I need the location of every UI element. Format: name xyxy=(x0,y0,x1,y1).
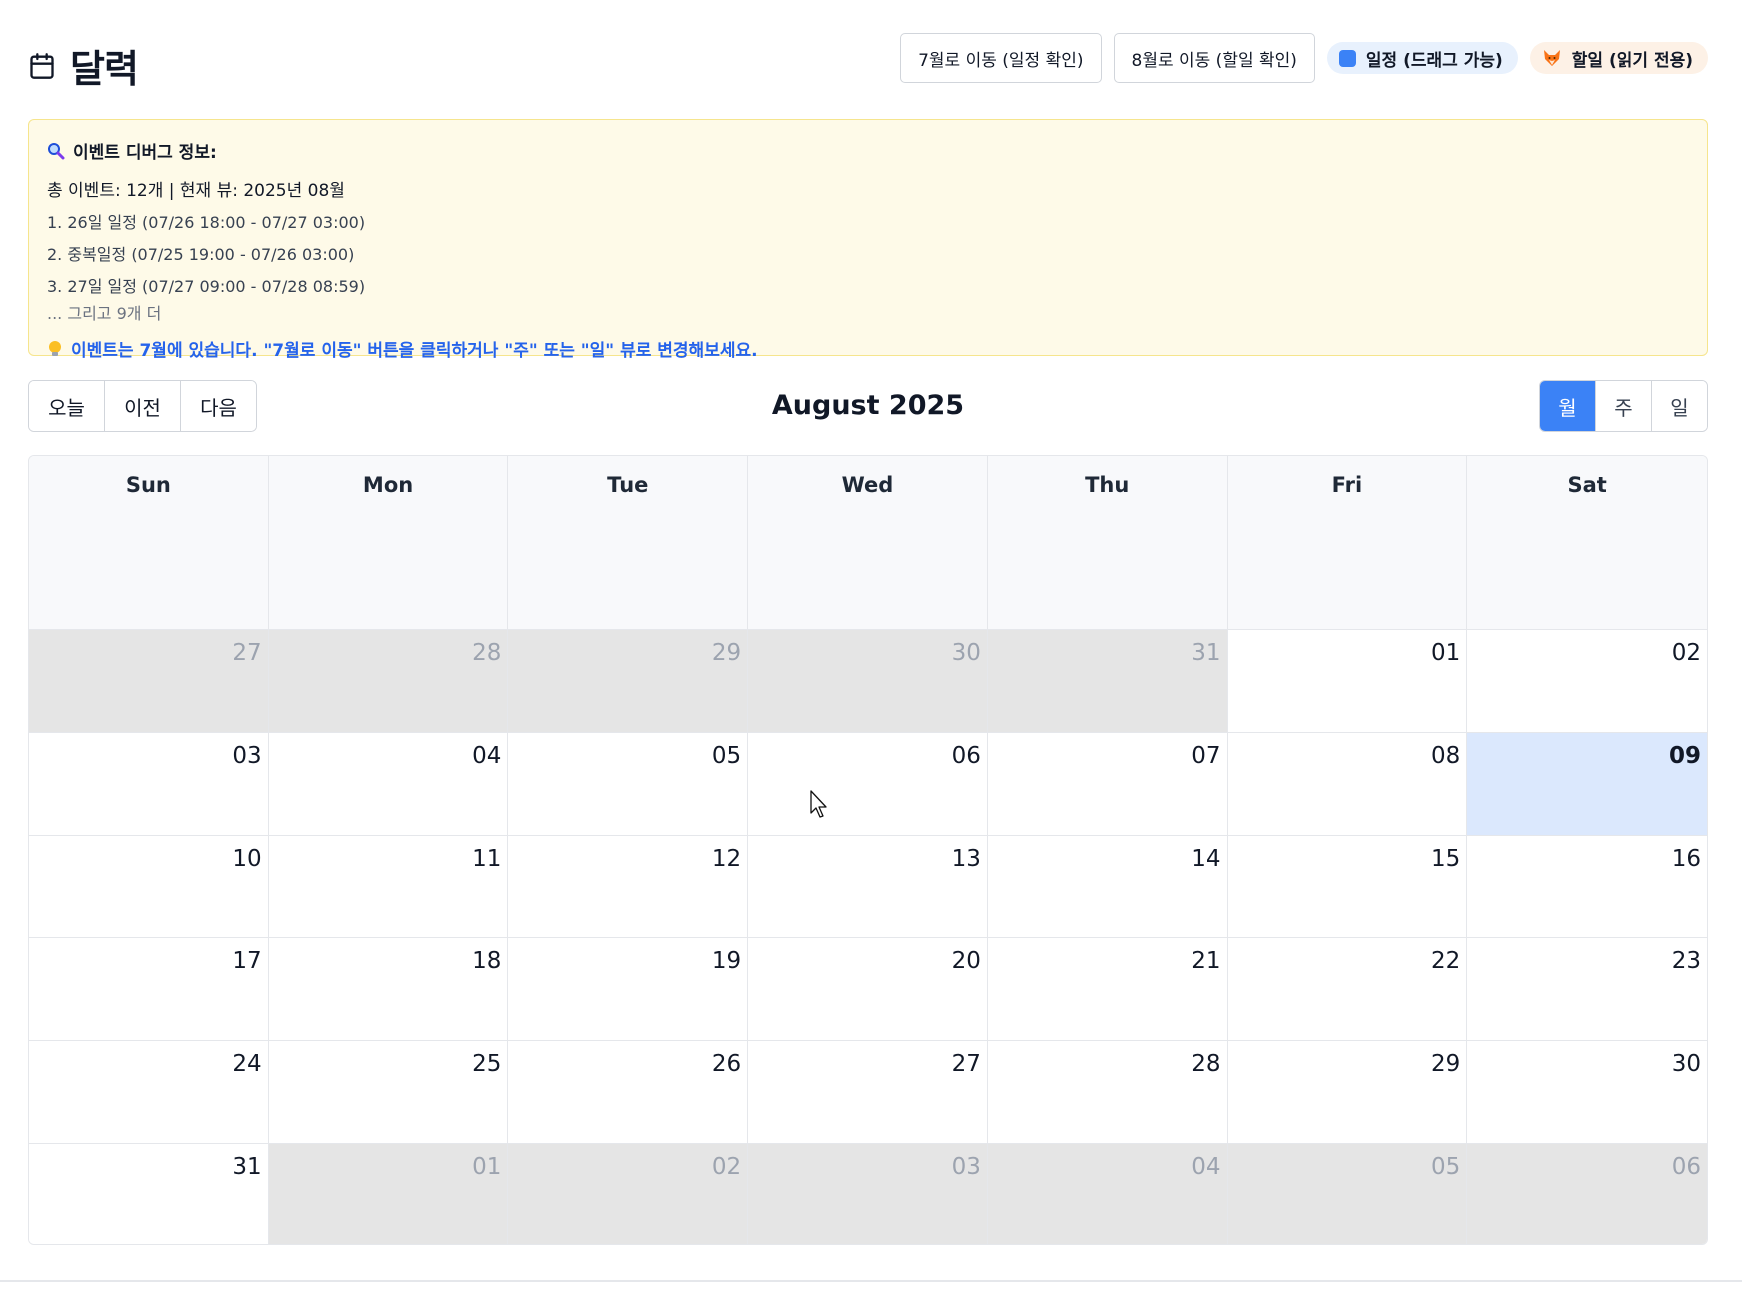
weekday-label: Wed xyxy=(748,456,988,629)
day-cell-other-month[interactable]: 01 xyxy=(268,1143,509,1244)
day-cell-other-month[interactable]: 02 xyxy=(508,1143,749,1244)
day-cell[interactable]: 17 xyxy=(29,938,269,1042)
page-title-text: 달력 xyxy=(70,47,139,91)
day-cell-other-month[interactable]: 27 xyxy=(29,630,269,733)
day-cell-other-month[interactable]: 31 xyxy=(987,630,1228,733)
debug-more-text: ... 그리고 9개 더 xyxy=(47,304,162,323)
day-cell-other-month[interactable]: 29 xyxy=(508,630,749,733)
day-cell[interactable]: 05 xyxy=(508,732,749,836)
day-cell[interactable]: 15 xyxy=(1227,835,1468,939)
day-cell[interactable]: 31 xyxy=(29,1143,269,1244)
magnifier-icon xyxy=(48,142,65,159)
day-cell[interactable]: 07 xyxy=(987,732,1228,836)
day-cell-other-month[interactable]: 30 xyxy=(748,630,988,733)
day-cell[interactable]: 03 xyxy=(29,732,269,836)
month-title: August 2025 xyxy=(771,390,965,421)
day-cell[interactable]: 23 xyxy=(1467,938,1707,1042)
weekday-label: Thu xyxy=(988,456,1228,629)
day-cell[interactable]: 27 xyxy=(748,1041,988,1144)
view-month-button[interactable]: 월 xyxy=(1540,381,1596,431)
day-cell[interactable]: 20 xyxy=(748,938,988,1042)
debug-heading: 이벤트 디버그 정보: xyxy=(47,138,1689,163)
month-grid: Sun Mon Tue Wed Thu Fri Sat 27 28 29 30 31 01… xyxy=(28,455,1708,1245)
day-cell[interactable]: 25 xyxy=(268,1041,509,1144)
weekday-label: Mon xyxy=(269,456,509,629)
day-cells: 27 28 29 30 31 01 02 03 04 05 06 07 08 09 10 11 12 13 14 15… xyxy=(29,630,1707,1244)
day-cell[interactable]: 06 xyxy=(748,732,988,836)
weekday-label: Sat xyxy=(1567,473,1607,497)
day-cell-other-month[interactable]: 28 xyxy=(268,630,509,733)
day-cell[interactable]: 22 xyxy=(1227,938,1468,1042)
debug-heading-text: 이벤트 디버그 정보: xyxy=(73,143,217,163)
calendar-page: 달력 7월로 이동 (일정 확인) 8월로 이동 (할일 확인) 일정 (드래그… xyxy=(0,0,1742,1282)
weekday-header: Sun Mon Tue Wed Thu Fri Sat xyxy=(29,456,1707,630)
view-week-button[interactable]: 주 xyxy=(1596,381,1652,431)
mouse-cursor-icon xyxy=(810,790,827,818)
day-cell-other-month[interactable]: 03 xyxy=(748,1143,988,1244)
weekday-label: Fri xyxy=(1228,456,1468,629)
day-cell[interactable]: 16 xyxy=(1467,835,1707,939)
day-cell[interactable]: 19 xyxy=(508,938,749,1042)
day-cell-other-month[interactable]: 05 xyxy=(1227,1143,1468,1244)
debug-tip-text: 이벤트는 7월에 있습니다. "7월로 이동" 버튼을 클릭하거나 "주" 또는… xyxy=(71,341,758,361)
debug-summary: 총 이벤트: 12개 | 현재 뷰: 2025년 08월 xyxy=(47,181,345,201)
day-cell[interactable]: 11 xyxy=(268,835,509,939)
day-cell[interactable]: 26 xyxy=(508,1041,749,1144)
legend-todo: 할일 (읽기 전용) xyxy=(1529,42,1708,74)
day-cell[interactable]: 28 xyxy=(987,1041,1228,1144)
go-august-button[interactable]: 8월로 이동 (할일 확인) xyxy=(1113,33,1315,83)
day-cell[interactable]: 04 xyxy=(268,732,509,836)
day-cell[interactable]: 18 xyxy=(268,938,509,1042)
legend-event: 일정 (드래그 가능) xyxy=(1326,42,1518,74)
calendar-icon xyxy=(30,52,54,79)
day-cell-other-month[interactable]: 04 xyxy=(987,1143,1228,1244)
header-actions: 7월로 이동 (일정 확인) 8월로 이동 (할일 확인) 일정 (드래그 가능… xyxy=(900,33,1708,83)
legend-todo-label: 할일 (읽기 전용) xyxy=(1571,50,1693,71)
day-cell[interactable]: 13 xyxy=(748,835,988,939)
day-cell[interactable]: 02 xyxy=(1467,630,1707,733)
fox-icon xyxy=(1543,50,1560,66)
debug-event-item: 1. 26일 일정 (07/26 18:00 - 07/27 03:00) xyxy=(47,213,366,232)
day-cell[interactable]: 08 xyxy=(1227,732,1468,836)
calendar-toolbar: 오늘 이전 다음 August 2025 월 주 일 xyxy=(28,380,1708,432)
day-cell[interactable]: 14 xyxy=(987,835,1228,939)
debug-panel: 이벤트 디버그 정보: 총 이벤트: 12개 | 현재 뷰: 2025년 08월… xyxy=(28,119,1708,361)
day-cell[interactable]: 10 xyxy=(29,835,269,939)
header: 달력 7월로 이동 (일정 확인) 8월로 이동 (할일 확인) 일정 (드래그… xyxy=(28,30,1708,91)
day-cell[interactable]: 12 xyxy=(508,835,749,939)
view-day-button[interactable]: 일 xyxy=(1652,381,1707,431)
debug-event-item: 3. 27일 일정 (07/27 09:00 - 07/28 08:59) xyxy=(47,277,366,296)
day-cell[interactable]: 30 xyxy=(1467,1041,1707,1144)
legend-event-label: 일정 (드래그 가능) xyxy=(1365,50,1503,71)
day-cell-today[interactable]: 09 xyxy=(1467,732,1707,836)
weekday-label: Sun xyxy=(29,456,269,629)
debug-event-item: 2. 중복일정 (07/25 19:00 - 07/26 03:00) xyxy=(47,245,355,264)
lightbulb-icon xyxy=(49,340,61,356)
view-switcher: 월 주 일 xyxy=(1539,380,1708,432)
day-cell[interactable]: 29 xyxy=(1227,1041,1468,1144)
debug-tip: 이벤트는 7월에 있습니다. "7월로 이동" 버튼을 클릭하거나 "주" 또는… xyxy=(47,336,1689,361)
go-july-button[interactable]: 7월로 이동 (일정 확인) xyxy=(900,33,1102,83)
weekday-label: Tue xyxy=(508,456,749,629)
day-cell[interactable]: 24 xyxy=(29,1041,269,1144)
event-color-swatch xyxy=(1338,49,1356,67)
day-cell-other-month[interactable]: 06 xyxy=(1467,1143,1707,1244)
day-cell[interactable]: 01 xyxy=(1227,630,1468,733)
page-title: 달력 xyxy=(28,38,139,93)
day-cell[interactable]: 21 xyxy=(987,938,1228,1042)
